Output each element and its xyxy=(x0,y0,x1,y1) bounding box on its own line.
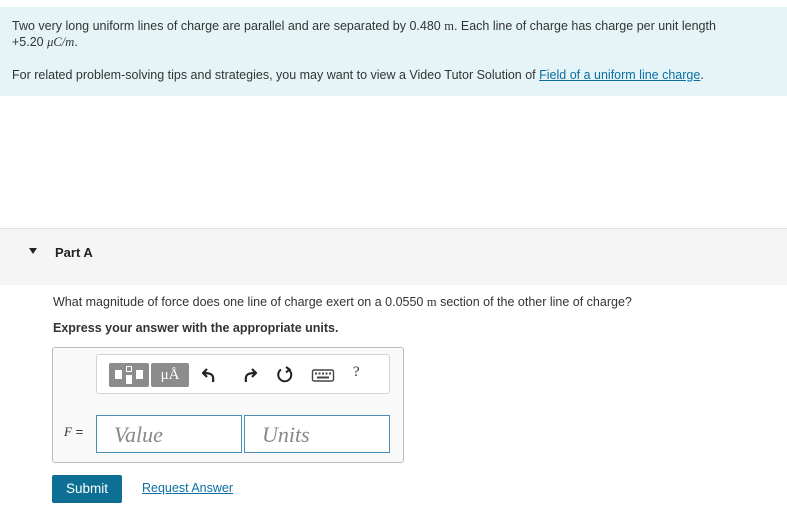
answer-equals: = xyxy=(71,424,84,439)
part-a-header[interactable]: Part A xyxy=(0,228,787,285)
problem-text-line2: +5.20 μC/m. xyxy=(12,35,78,50)
undo-icon[interactable] xyxy=(200,364,222,386)
reset-icon[interactable] xyxy=(274,364,296,386)
video-tutor-link[interactable]: Field of a uniform line charge xyxy=(539,68,700,82)
charge-end: . xyxy=(74,35,78,49)
question-text-b: section of the other line of charge? xyxy=(436,295,632,309)
redo-icon[interactable] xyxy=(237,364,259,386)
answer-variable: F xyxy=(64,424,72,439)
units-icon[interactable]: μÅ xyxy=(151,363,189,387)
keyboard-icon[interactable] xyxy=(311,364,335,386)
question-unit: m xyxy=(426,295,437,309)
problem-text-a: Two very long uniform lines of charge ar… xyxy=(12,19,445,33)
collapse-arrow-icon[interactable] xyxy=(29,248,37,254)
request-answer-link[interactable]: Request Answer xyxy=(142,481,233,495)
tip-text: For related problem-solving tips and str… xyxy=(12,68,704,82)
separation-unit: m xyxy=(444,19,454,33)
charge-unit: μC/m xyxy=(47,35,75,49)
units-placeholder: Units xyxy=(262,422,310,447)
part-a-body: What magnitude of force does one line of… xyxy=(12,285,787,524)
tip-prefix: For related problem-solving tips and str… xyxy=(12,68,540,82)
math-toolbar: μÅ ? xyxy=(96,354,390,394)
value-placeholder: Value xyxy=(114,422,163,447)
submit-button[interactable]: Submit xyxy=(52,475,122,503)
part-title: Part A xyxy=(55,245,93,260)
problem-text-b: . Each line of charge has charge per uni… xyxy=(453,19,716,33)
question-text: What magnitude of force does one line of… xyxy=(53,295,632,310)
answer-box: μÅ ? F = Value Units xyxy=(52,347,404,463)
problem-statement: Two very long uniform lines of charge ar… xyxy=(0,7,787,96)
help-icon[interactable]: ? xyxy=(353,364,360,381)
instruction-text: Express your answer with the appropriate… xyxy=(53,321,339,335)
charge-value: +5.20 xyxy=(12,35,48,49)
problem-text-line1: Two very long uniform lines of charge ar… xyxy=(12,19,716,34)
tip-suffix: . xyxy=(700,68,704,82)
question-text-a: What magnitude of force does one line of… xyxy=(53,295,427,309)
units-input[interactable]: Units xyxy=(244,415,390,453)
answer-variable-label: F = xyxy=(64,424,83,440)
value-input[interactable]: Value xyxy=(96,415,242,453)
templates-icon[interactable] xyxy=(109,363,149,387)
